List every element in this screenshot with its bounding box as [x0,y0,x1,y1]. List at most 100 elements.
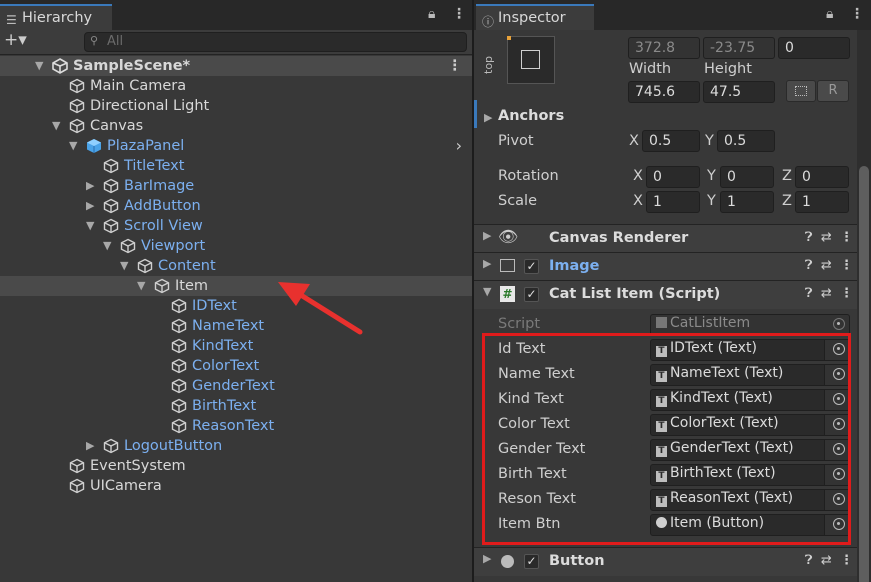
presets-icon[interactable]: ⇄ [821,230,832,245]
pivot-y-field[interactable]: 0.5 [717,130,775,152]
hierarchy-item[interactable]: EventSystem [0,456,472,476]
pos-z-field[interactable]: 0 [778,37,850,59]
hierarchy-item-label: Scroll View [124,218,203,234]
component-actions: ❓︎ ⇄ ⋮ [805,258,853,273]
help-icon[interactable]: ❓︎ [805,286,813,301]
component-menu-icon[interactable]: ⋮ [840,286,853,301]
gameobject-cube-icon [69,478,85,494]
more-menu-icon[interactable]: ⋮ [452,6,466,22]
blueprint-mode-button[interactable] [786,80,816,102]
raw-edit-button[interactable]: R [817,80,849,102]
button-component-icon [501,555,514,568]
help-icon[interactable]: ❓︎ [805,230,813,245]
foldout-arrow-icon[interactable]: ▶ [483,229,491,242]
anchors-label[interactable]: Anchors [498,108,564,124]
expand-arrow-down-icon[interactable]: ▼ [52,116,60,136]
gameobject-cube-icon [171,298,187,314]
expand-arrow-right-icon[interactable]: ▶ [86,196,94,216]
hierarchy-item[interactable]: ▼ Canvas [0,116,472,136]
lock-icon[interactable]: 🔒︎ [428,6,435,22]
expand-arrow-right-icon[interactable]: ▶ [86,436,94,456]
hierarchy-item-label: EventSystem [90,458,186,474]
expand-arrow-down-icon[interactable]: ▼ [69,136,77,156]
component-menu-icon[interactable]: ⋮ [840,553,853,568]
lock-icon[interactable]: 🔒︎ [826,6,833,22]
rotation-z-field[interactable]: 0 [795,166,849,188]
hierarchy-item[interactable]: IDText [0,296,472,316]
button-component-header[interactable]: ▶ ✓ Button ❓︎ ⇄ ⋮ [474,547,871,576]
scene-menu-icon[interactable]: ⋮ [448,56,463,76]
anchor-preset-button[interactable] [507,36,555,84]
pivot-x-field[interactable]: 0.5 [642,130,700,152]
inspector-scrollbar-thumb[interactable] [859,166,869,582]
scale-z-field[interactable]: 1 [795,191,849,213]
hierarchy-item[interactable]: ▼ Viewport [0,236,472,256]
list-icon: ☰ [6,13,17,27]
hierarchy-item[interactable]: ColorText [0,356,472,376]
hierarchy-item[interactable]: BirthText [0,396,472,416]
hierarchy-item-label: Main Camera [90,78,187,94]
hierarchy-item[interactable]: NameText [0,316,472,336]
expand-arrow-down-icon[interactable]: ▼ [120,256,128,276]
hierarchy-item[interactable]: TitleText [0,156,472,176]
hierarchy-item[interactable]: ▶ BarImage [0,176,472,196]
hierarchy-item[interactable]: Directional Light [0,96,472,116]
component-menu-icon[interactable]: ⋮ [840,258,853,273]
hierarchy-item[interactable]: KindText [0,336,472,356]
expand-arrow-down-icon[interactable]: ▼ [35,56,43,76]
script-enabled-checkbox[interactable]: ✓ [524,287,539,302]
gameobject-cube-icon [120,238,136,254]
add-object-button[interactable]: +▾ [4,30,27,50]
hierarchy-item[interactable]: ▼ Item [0,276,472,296]
button-enabled-checkbox[interactable]: ✓ [524,554,539,569]
pivot-label: Pivot [498,133,534,149]
more-menu-icon[interactable]: ⋮ [850,6,864,22]
prefab-open-chevron-icon[interactable]: › [456,136,462,156]
hierarchy-item[interactable]: ▼ Content [0,256,472,276]
pos-y-field[interactable]: -23.75 [703,37,775,59]
hierarchy-item[interactable]: UICamera [0,476,472,496]
scale-x-field[interactable]: 1 [646,191,700,213]
presets-icon[interactable]: ⇄ [821,286,832,301]
rotation-x-field[interactable]: 0 [646,166,700,188]
help-icon[interactable]: ❓︎ [805,258,813,273]
component-menu-icon[interactable]: ⋮ [840,230,853,245]
help-icon[interactable]: ❓︎ [805,553,813,568]
gameobject-cube-icon [171,358,187,374]
height-field[interactable]: 47.5 [703,81,775,103]
scene-row[interactable]: ▼ SampleScene* ⋮ [0,56,472,76]
scale-y-field[interactable]: 1 [720,191,774,213]
expand-arrow-right-icon[interactable]: ▶ [86,176,94,196]
inspector-scrollbar-track[interactable] [857,30,871,582]
hierarchy-item[interactable]: ▶ AddButton [0,196,472,216]
width-field[interactable]: 745.6 [628,81,700,103]
image-component-header[interactable]: ▶ ✓ Image ❓︎ ⇄ ⋮ [474,252,871,281]
hierarchy-item[interactable]: Main Camera [0,76,472,96]
hierarchy-item-label: BirthText [192,398,257,414]
canvas-renderer-component-header[interactable]: ▶ 👁︎ Canvas Renderer ❓︎ ⇄ ⋮ [474,224,871,253]
image-enabled-checkbox[interactable]: ✓ [524,259,539,274]
cat-list-item-component-header[interactable]: ▼ # ✓ Cat List Item (Script) ❓︎ ⇄ ⋮ [474,280,871,309]
expand-arrow-down-icon[interactable]: ▼ [86,216,94,236]
foldout-arrow-icon[interactable]: ▶ [483,552,491,565]
expand-arrow-down-icon[interactable]: ▼ [103,236,111,256]
foldout-arrow-icon[interactable]: ▼ [483,285,491,298]
pos-x-field[interactable]: 372.8 [628,37,700,59]
hierarchy-tab[interactable]: ☰ Hierarchy [0,4,112,30]
hierarchy-item[interactable]: ▼ PlazaPanel › [0,136,472,156]
expand-arrow-down-icon[interactable]: ▼ [137,276,145,296]
foldout-arrow-icon[interactable]: ▶ [483,257,491,270]
hierarchy-item[interactable]: ▶ LogoutButton [0,436,472,456]
hierarchy-item[interactable]: GenderText [0,376,472,396]
anchors-foldout-arrow[interactable]: ▶ [484,111,492,124]
pivot-y-label: Y [705,133,714,149]
hierarchy-item-label: Item [175,278,209,294]
rotation-y-field[interactable]: 0 [720,166,774,188]
inspector-tab[interactable]: ⓘ Inspector [476,4,594,30]
hierarchy-search-input[interactable]: ⚲ All [84,32,467,52]
hierarchy-item[interactable]: ReasonText [0,416,472,436]
presets-icon[interactable]: ⇄ [821,258,832,273]
hierarchy-item[interactable]: ▼ Scroll View [0,216,472,236]
hierarchy-item-label: Directional Light [90,98,210,114]
presets-icon[interactable]: ⇄ [821,553,832,568]
